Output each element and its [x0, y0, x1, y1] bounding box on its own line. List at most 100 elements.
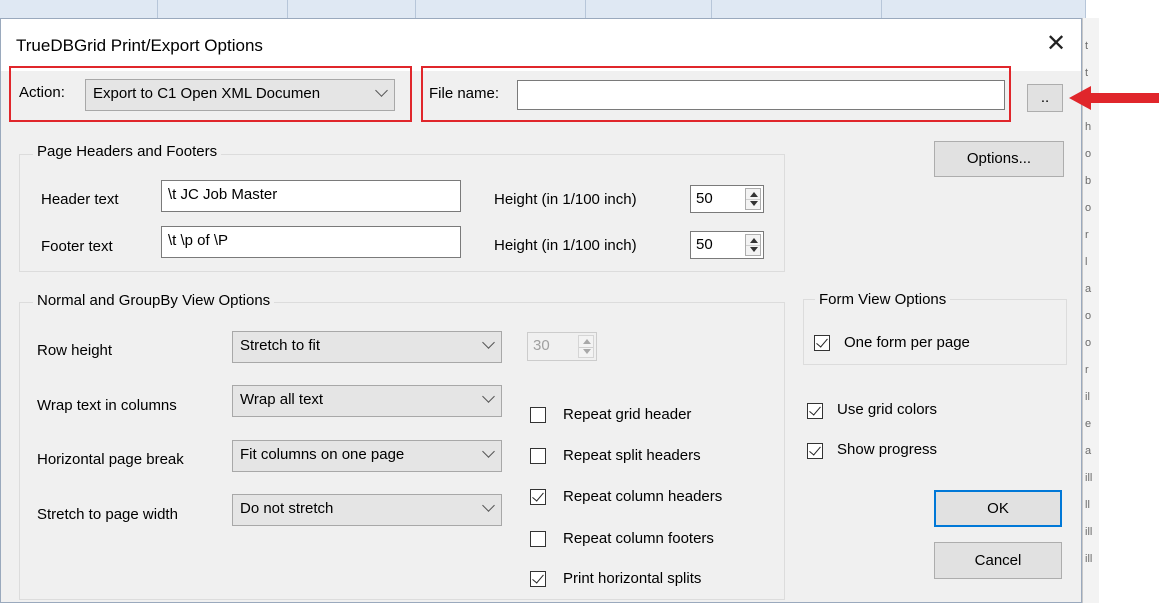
- background-cell: [881, 0, 1086, 18]
- wrap-text-label: Wrap text in columns: [37, 397, 177, 414]
- hbreak-dropdown[interactable]: Fit columns on one page: [232, 440, 502, 472]
- checkmark-icon: [809, 403, 821, 416]
- footer-height-spinner[interactable]: 50: [690, 231, 764, 259]
- checkbox-label: Repeat column headers: [563, 488, 723, 505]
- footer-text-input[interactable]: \t \p of \P: [161, 226, 461, 258]
- checkbox-box[interactable]: [807, 403, 823, 419]
- background-text-fragment: b: [1085, 175, 1092, 187]
- background-text-fragment: a: [1085, 283, 1092, 295]
- background-text-fragment: a: [1085, 445, 1092, 457]
- dialog-title: TrueDBGrid Print/Export Options: [16, 36, 263, 55]
- form-view-group: [803, 299, 1067, 365]
- checkmark-icon: [816, 335, 828, 348]
- chevron-down-icon: [482, 499, 495, 512]
- action-selected-value: Export to C1 Open XML Documen: [93, 85, 321, 102]
- chevron-down-icon: [482, 390, 495, 403]
- background-cell: [711, 0, 882, 18]
- row-height-dropdown[interactable]: Stretch to fit: [232, 331, 502, 363]
- file-name-label: File name:: [429, 85, 500, 102]
- background-text-fragment: o: [1085, 310, 1092, 322]
- checkbox-repeat-column-footers[interactable]: Repeat column footers: [530, 530, 770, 550]
- chevron-down-icon: [482, 336, 495, 349]
- row-height-spinner: 30: [527, 332, 597, 361]
- stretch-value: Do not stretch: [240, 500, 334, 517]
- background-cell: [0, 0, 158, 18]
- checkbox-label: Repeat split headers: [563, 447, 701, 464]
- row-height-number: 30: [533, 337, 550, 354]
- spinner-arrows-icon[interactable]: [745, 234, 761, 256]
- checkbox-box[interactable]: [807, 443, 823, 459]
- chevron-down-icon: [375, 84, 388, 97]
- header-height-value: 50: [696, 190, 713, 207]
- checkbox-show-progress[interactable]: Show progress: [807, 441, 1047, 461]
- background-text-fragment: l: [1085, 256, 1088, 268]
- header-text-label: Header text: [41, 191, 119, 208]
- background-text-fragment: e: [1085, 418, 1092, 430]
- row-height-label: Row height: [37, 342, 113, 359]
- checkbox-box[interactable]: [814, 335, 830, 351]
- background-cell: [415, 0, 586, 18]
- footer-height-label: Height (in 1/100 inch): [494, 237, 637, 254]
- checkbox-label: Use grid colors: [837, 401, 938, 418]
- red-arrow-left-icon: [1069, 86, 1159, 110]
- checkbox-repeat-grid-header[interactable]: Repeat grid header: [530, 406, 770, 426]
- header-height-label: Height (in 1/100 inch): [494, 191, 637, 208]
- row-height-value: Stretch to fit: [240, 337, 321, 354]
- header-height-spinner[interactable]: 50: [690, 185, 764, 213]
- checkbox-label: Print horizontal splits: [563, 570, 702, 587]
- checkbox-print-horizontal-splits[interactable]: Print horizontal splits: [530, 570, 770, 590]
- form-view-title: Form View Options: [815, 291, 951, 308]
- browse-button-label: ..: [1040, 89, 1050, 106]
- checkbox-repeat-split-headers[interactable]: Repeat split headers: [530, 447, 770, 467]
- background-text-fragment: o: [1085, 148, 1092, 160]
- background-grid-header: [0, 0, 1086, 18]
- stretch-label: Stretch to page width: [37, 506, 178, 523]
- action-label: Action:: [19, 84, 65, 101]
- headers-footers-title: Page Headers and Footers: [33, 143, 222, 160]
- ok-button-label: OK: [987, 500, 1009, 517]
- background-cell: [585, 0, 712, 18]
- background-text-fragment: o: [1085, 202, 1092, 214]
- background-cell: [287, 0, 416, 18]
- checkmark-icon: [809, 443, 821, 456]
- checkbox-label: Show progress: [837, 441, 938, 458]
- file-name-input[interactable]: [517, 80, 1005, 110]
- hbreak-value: Fit columns on one page: [240, 446, 405, 463]
- background-text-fragment: t: [1085, 67, 1089, 79]
- wrap-text-value: Wrap all text: [240, 391, 324, 408]
- browse-button[interactable]: ..: [1027, 84, 1063, 112]
- background-text-fragment: ill: [1085, 472, 1093, 484]
- wrap-text-dropdown[interactable]: Wrap all text: [232, 385, 502, 417]
- checkbox-box[interactable]: [530, 531, 546, 547]
- background-text-fragment: ill: [1085, 526, 1093, 538]
- checkbox-box[interactable]: [530, 407, 546, 423]
- view-options-title: Normal and GroupBy View Options: [33, 292, 275, 309]
- checkbox-box[interactable]: [530, 448, 546, 464]
- one-form-per-page-checkbox[interactable]: One form per page: [814, 334, 1054, 354]
- background-text-fragment: r: [1085, 229, 1089, 241]
- background-text-fragment: t: [1085, 40, 1089, 52]
- close-icon[interactable]: ✕: [1041, 29, 1071, 59]
- cancel-button[interactable]: Cancel: [934, 542, 1062, 579]
- ok-button[interactable]: OK: [934, 490, 1062, 527]
- checkbox-repeat-column-headers[interactable]: Repeat column headers: [530, 488, 770, 508]
- options-button[interactable]: Options...: [934, 141, 1064, 177]
- checkmark-icon: [532, 571, 544, 584]
- header-text-input[interactable]: \t JC Job Master: [161, 180, 461, 212]
- action-dropdown[interactable]: Export to C1 Open XML Documen: [85, 79, 395, 111]
- background-text-fragment: ll: [1085, 499, 1090, 511]
- checkbox-box[interactable]: [530, 489, 546, 505]
- stretch-dropdown[interactable]: Do not stretch: [232, 494, 502, 526]
- chevron-down-icon: [482, 445, 495, 458]
- hbreak-label: Horizontal page break: [37, 451, 184, 468]
- footer-height-value: 50: [696, 236, 713, 253]
- checkbox-use-grid-colors[interactable]: Use grid colors: [807, 401, 1047, 421]
- footer-text-value: \t \p of \P: [168, 232, 229, 249]
- background-text-fragment: o: [1085, 337, 1092, 349]
- spinner-arrows-icon[interactable]: [745, 188, 761, 210]
- spinner-arrows-icon: [578, 335, 594, 358]
- checkmark-icon: [532, 489, 544, 502]
- cancel-button-label: Cancel: [974, 552, 1022, 569]
- checkbox-box[interactable]: [530, 571, 546, 587]
- print-export-dialog: TrueDBGrid Print/Export Options ✕ Action…: [0, 18, 1082, 603]
